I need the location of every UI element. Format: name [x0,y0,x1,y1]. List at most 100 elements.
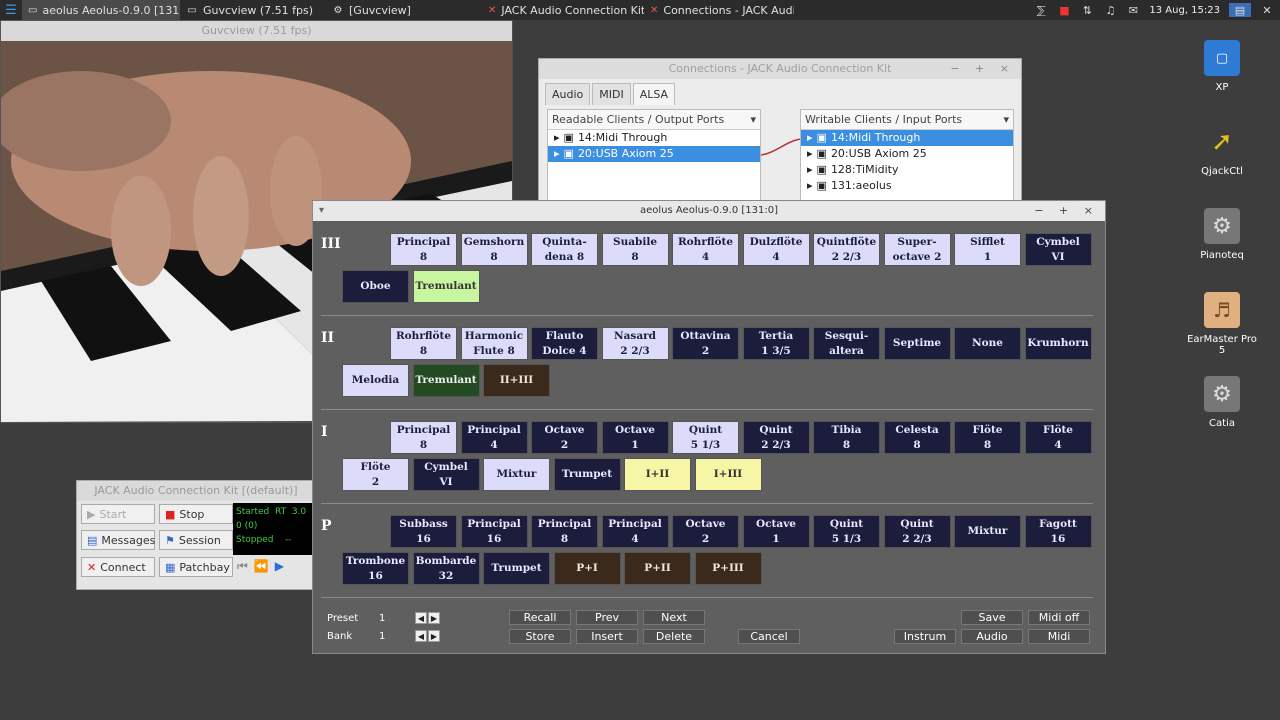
aeolus-window[interactable]: ▾ aeolus Aeolus-0.9.0 [131:0] − + × Pres… [312,200,1106,654]
list-item[interactable]: ▸ ▣ 20:USB Axiom 25 [801,146,1013,162]
stop-button[interactable]: Rohrflöte 8 [390,327,457,360]
taskbar-task[interactable]: ⚙ [Guvcview] [326,0,482,20]
bluetooth-icon[interactable]: ⅀ [1034,3,1048,17]
start-button[interactable]: ▶ Start [81,504,155,524]
expand-arrow-icon[interactable]: ▸ [554,146,560,162]
desktop-icon-xp[interactable]: ▢ XP [1187,40,1257,93]
midi-off-button[interactable]: Midi off [1028,610,1090,625]
audio-button[interactable]: Audio [961,629,1023,644]
stop-button[interactable]: Suabile 8 [601,233,669,266]
window-menu-icon[interactable]: ▾ [319,201,324,221]
window-title[interactable]: JACK Audio Connection Kit [(default)] [77,481,315,501]
stop-button[interactable]: I+II [624,458,691,491]
stop-button[interactable]: None [954,327,1021,360]
stop-button[interactable]: Trumpet [483,552,550,585]
mail-icon[interactable]: ✉ [1126,3,1140,17]
stop-button[interactable]: Trumpet [553,458,621,491]
stop-button[interactable]: II+III [483,364,550,397]
tab-midi[interactable]: MIDI [592,83,631,105]
expand-arrow-icon[interactable]: ▸ [807,146,813,162]
midi-button[interactable]: Midi [1028,629,1090,644]
stop-button[interactable]: Ottavina 2 [672,327,739,360]
instrum-button[interactable]: Instrum [894,629,956,644]
skip-back-icon[interactable]: ⏮ [237,559,248,574]
stop-button[interactable]: Principal 4 [460,421,528,454]
stop-button[interactable]: Principal 8 [531,515,598,548]
list-item[interactable]: ▸ ▣ 131:aeolus [801,178,1013,194]
bank-prev-icon[interactable]: ◀ [415,630,427,642]
expand-arrow-icon[interactable]: ▸ [807,162,813,178]
expand-arrow-icon[interactable]: ▸ [554,130,560,146]
stop-button[interactable]: Trombone 16 [342,552,409,585]
window-controls[interactable]: − + × [950,59,1015,79]
stop-button[interactable]: Flöte 4 [1024,421,1092,454]
stop-button[interactable]: Subbass 16 [390,515,457,548]
stop-button[interactable]: Octave 2 [531,421,598,454]
connections-window[interactable]: Connections - JACK Audio Connection Kit … [538,58,1022,208]
stop-button[interactable]: Principal 8 [390,233,457,266]
stop-button[interactable]: Sifflet 1 [954,233,1021,266]
tab-alsa[interactable]: ALSA [632,83,676,105]
stop-button[interactable]: P+I [553,552,621,585]
stop-button[interactable]: Quinta- dena 8 [531,233,598,266]
stop-button[interactable]: Octave 2 [672,515,739,548]
store-button[interactable]: Store [509,629,571,644]
stop-button[interactable]: Quint 5 1/3 [672,421,739,454]
sync-icon[interactable]: ⇅ [1080,3,1094,17]
desktop-icon-pianoteq[interactable]: ⚙ Pianoteq [1187,208,1257,261]
stop-button[interactable]: Quintflöte 2 2/3 [813,233,880,266]
rewind-icon[interactable]: ⏪ [254,559,269,574]
close-icon[interactable]: ✕ [1260,3,1274,17]
stop-button[interactable]: Flöte 8 [954,421,1021,454]
stop-button[interactable]: Tibia 8 [813,421,880,454]
stop-button[interactable]: ■ Stop [159,504,233,524]
volume-icon[interactable]: ♫ [1103,3,1117,17]
stop-button[interactable]: Fagott 16 [1024,515,1092,548]
taskbar-task[interactable]: ▭ aeolus Aeolus-0.9.0 [131:0] [22,0,180,20]
preset-prev-icon[interactable]: ◀ [415,612,427,624]
stop-button[interactable]: Principal 16 [460,515,528,548]
next-button[interactable]: Next [643,610,705,625]
stop-button[interactable]: Dulzflöte 4 [742,233,810,266]
list-item[interactable]: ▸ ▣ 128:TiMidity [801,162,1013,178]
stop-button[interactable]: Tremulant [412,270,480,303]
list-item[interactable]: ▸ ▣ 20:USB Axiom 25 [548,146,760,162]
stop-button[interactable]: Oboe [342,270,409,303]
cancel-button[interactable]: Cancel [738,629,800,644]
stop-button[interactable]: Tertia 1 3/5 [742,327,810,360]
stop-button[interactable]: Celesta 8 [883,421,951,454]
stop-button[interactable]: Flöte 2 [342,458,409,491]
stop-button[interactable]: Flauto Dolce 4 [531,327,598,360]
delete-button[interactable]: Delete [643,629,705,644]
session-button[interactable]: ⚑ Session [159,530,233,550]
writable-clients-pane[interactable]: Writable Clients / Input Ports ▾ ▸ ▣ 14:Mid… [800,109,1014,207]
stop-button[interactable]: Super- octave 2 [883,233,951,266]
readable-clients-header[interactable]: Readable Clients / Output Ports ▾ [548,110,760,130]
taskbar-task[interactable]: ✕ JACK Audio Connection Kit ... [482,0,644,20]
stop-button[interactable]: Bombarde 32 [412,552,480,585]
writable-clients-header[interactable]: Writable Clients / Input Ports ▾ [801,110,1013,130]
play-icon[interactable]: ▶ [275,559,284,574]
stop-button[interactable]: Tremulant [412,364,480,397]
stop-button[interactable]: Principal 4 [601,515,669,548]
stop-button[interactable]: Krumhorn [1024,327,1092,360]
stop-button[interactable]: Melodia [342,364,409,397]
taskbar-task[interactable]: ▭ Guvcview (7.51 fps) [180,0,326,20]
stop-button[interactable]: P+II [624,552,691,585]
stop-button[interactable]: Mixtur [483,458,550,491]
stop-button[interactable]: Gemshorn 8 [460,233,528,266]
expand-arrow-icon[interactable]: ▸ [807,178,813,194]
start-menu-icon[interactable]: ☰ [0,0,22,20]
stop-button[interactable]: Quint 2 2/3 [742,421,810,454]
stop-button[interactable]: Mixtur [954,515,1021,548]
stop-button[interactable]: Nasard 2 2/3 [601,327,669,360]
window-title[interactable]: Connections - JACK Audio Connection Kit … [539,59,1021,79]
window-title[interactable]: Guvcview (7.51 fps) [1,21,512,41]
window-controls[interactable]: − + × [1034,201,1099,221]
jack-control-window[interactable]: JACK Audio Connection Kit [(default)] ▶ S… [76,480,316,590]
stop-button[interactable]: P+III [694,552,762,585]
stop-button[interactable]: Principal 8 [390,421,457,454]
stop-button[interactable]: Quint 2 2/3 [883,515,951,548]
stop-button[interactable]: Octave 1 [742,515,810,548]
stop-button[interactable]: Harmonic Flute 8 [460,327,528,360]
